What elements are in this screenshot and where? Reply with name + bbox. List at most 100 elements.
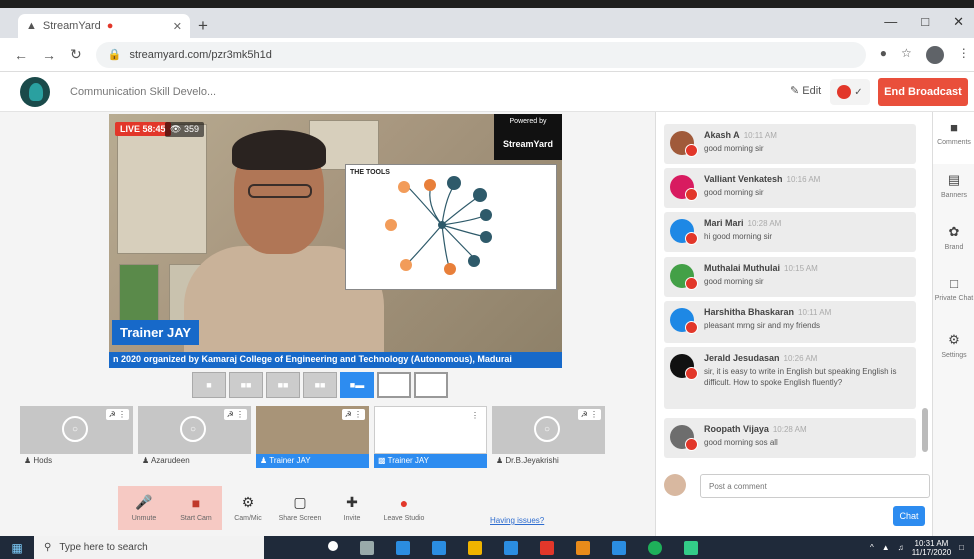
end-broadcast-button[interactable]: End Broadcast (878, 78, 968, 106)
monitor-icon: ▢ (293, 494, 307, 510)
tray-chevron-icon[interactable]: ^ (870, 543, 874, 552)
taskbar-search[interactable]: ⚲ Type here to search (34, 536, 264, 559)
edit-button[interactable]: ✎ Edit (790, 84, 821, 97)
add-user-icon: ✚ (346, 494, 358, 510)
unmute-label: Unmute (131, 515, 157, 522)
app-icon[interactable] (684, 540, 698, 555)
broadcast-title[interactable]: Communication Skill Develo... (70, 86, 216, 98)
chrome-icon[interactable] (576, 540, 590, 555)
file-explorer-icon[interactable] (468, 540, 482, 555)
banners-tab[interactable]: ▤ Banners (933, 164, 974, 216)
mic-off-icon[interactable]: ☭ ⋮ (223, 409, 247, 420)
user-icon: ♟ (142, 456, 150, 465)
presenter-video (184, 130, 384, 366)
share-screen-label: Share Screen (278, 515, 322, 522)
participant-name: Hods (33, 456, 53, 465)
chat-message: Akash A 10:11 AM good morning sir (664, 124, 916, 164)
chat-time: 10:11 AM (743, 131, 777, 140)
control-bar: 🎤 Unmute ■ Start Cam ⚙ Cam/Mic ▢ Share Scree… (118, 486, 430, 532)
chat-author: Roopath Vijaya (704, 424, 769, 434)
key-icon[interactable]: ● (880, 46, 887, 64)
help-link[interactable]: Having issues? (490, 516, 544, 525)
layout-split-button[interactable] (377, 372, 411, 398)
destination-avatar[interactable]: ✓ (830, 79, 870, 105)
avatar (664, 474, 686, 496)
gear-icon: ⚙ (948, 332, 960, 347)
share-screen-button[interactable]: ▢ Share Screen (274, 486, 326, 530)
store-icon[interactable] (432, 540, 446, 555)
mic-off-icon[interactable]: ☭ ⋮ (577, 409, 601, 420)
notification-icon[interactable]: □ (959, 543, 964, 552)
mic-off-icon[interactable]: ☭ ⋮ (105, 409, 129, 420)
layout-solo-button[interactable]: ■ (192, 372, 226, 398)
presenter-hair (232, 130, 326, 170)
volume-icon[interactable]: ♫ (898, 543, 904, 552)
forward-icon[interactable]: → (42, 47, 56, 63)
bookmark-star-icon[interactable]: ☆ (901, 46, 912, 64)
screen-share-tile[interactable]: ⋮ ▩ Trainer JAY (374, 406, 487, 468)
start-cam-button[interactable]: ■ Start Cam (170, 486, 222, 530)
mail-icon[interactable] (504, 540, 518, 555)
unmute-button[interactable]: 🎤 Unmute (118, 486, 170, 530)
comment-input[interactable] (700, 474, 930, 498)
chat-author: Akash A (704, 130, 740, 140)
participant-tile[interactable]: ○ ☭ ⋮ ♟ Dr.B.Jeyakrishi (492, 406, 605, 468)
url-input[interactable]: 🔒 streamyard.com/pzr3mk5h1d (95, 41, 866, 68)
settings-tab[interactable]: ⚙ Settings (933, 324, 974, 376)
clock[interactable]: 10:31 AM 11/17/2020 (912, 539, 951, 557)
app-icon[interactable] (540, 540, 554, 555)
taskbar-apps (328, 540, 698, 555)
participant-name: Azarudeen (150, 456, 190, 465)
settings-tab-label: Settings (941, 352, 967, 359)
profile-avatar[interactable] (925, 45, 944, 64)
new-tab-icon[interactable]: + (198, 16, 208, 36)
close-tab-icon[interactable]: ✕ (173, 20, 182, 33)
layout-group-button[interactable]: ■■ (229, 372, 263, 398)
participant-tile-active[interactable]: ☭ ⋮ ♟ Trainer JAY (256, 406, 369, 468)
cortana-icon[interactable] (328, 540, 338, 551)
invite-button[interactable]: ✚ Invite (326, 486, 378, 530)
chat-scrollbar[interactable] (922, 408, 928, 452)
task-view-icon[interactable] (360, 540, 374, 555)
network-icon[interactable]: ▲ (882, 543, 890, 552)
mic-off-icon[interactable]: ☭ ⋮ (341, 409, 365, 420)
chat-send-button[interactable]: Chat (893, 506, 925, 526)
chat-text: good morning sir (704, 144, 764, 153)
layout-group2-button[interactable]: ■■ (303, 372, 337, 398)
menu-kebab-icon[interactable]: ⋮ (958, 46, 970, 64)
layout-pip-button[interactable]: ■▬ (340, 372, 374, 398)
comments-tab[interactable]: ■ Comments (933, 112, 974, 164)
presenter-glasses (248, 184, 312, 198)
brand-tab-label: Brand (944, 244, 964, 251)
minimize-icon[interactable]: — (884, 14, 897, 30)
ie-icon[interactable] (612, 540, 626, 555)
private-chat-tab[interactable]: □ Private Chat (933, 268, 974, 320)
back-icon[interactable]: ← (14, 47, 28, 63)
ticker-banner: n 2020 organized by Kamaraj College of E… (109, 352, 562, 368)
reload-icon[interactable]: ↻ (70, 46, 82, 63)
edge-icon[interactable] (396, 540, 410, 555)
windows-start-icon[interactable]: ▦ (0, 536, 34, 559)
avatar (670, 425, 698, 451)
close-window-icon[interactable]: ✕ (953, 14, 964, 30)
maximize-icon[interactable]: □ (921, 14, 929, 30)
powered-by-brand: StreamYard (502, 139, 554, 149)
browser-tab[interactable]: ▲ StreamYard ● ✕ (18, 14, 190, 38)
invite-label: Invite (343, 515, 361, 522)
chat-time: 10:28 AM (747, 219, 782, 228)
participant-tile[interactable]: ○ ☭ ⋮ ♟ Hods (20, 406, 133, 468)
whatsapp-icon[interactable] (648, 540, 662, 555)
chat-text: good morning sos all (704, 438, 778, 447)
leave-studio-button[interactable]: ● Leave Studio (378, 486, 430, 530)
eye-icon: 👁 (170, 124, 182, 134)
start-cam-label: Start Cam (180, 514, 212, 522)
streamyard-logo[interactable] (20, 76, 50, 107)
participant-tile[interactable]: ○ ☭ ⋮ ♟ Azarudeen (138, 406, 251, 468)
cam-mic-button[interactable]: ⚙ Cam/Mic (222, 486, 274, 530)
slide-title: THE TOOLS (350, 169, 390, 176)
layout-full-screen-button[interactable] (414, 372, 448, 398)
options-icon[interactable]: ⋮ (468, 410, 482, 421)
layout-grid-button[interactable]: ■■ (266, 372, 300, 398)
chat-messages: Akash A 10:11 AM good morning sir Vallian… (656, 112, 933, 462)
brand-tab[interactable]: ✿ Brand (933, 216, 974, 268)
